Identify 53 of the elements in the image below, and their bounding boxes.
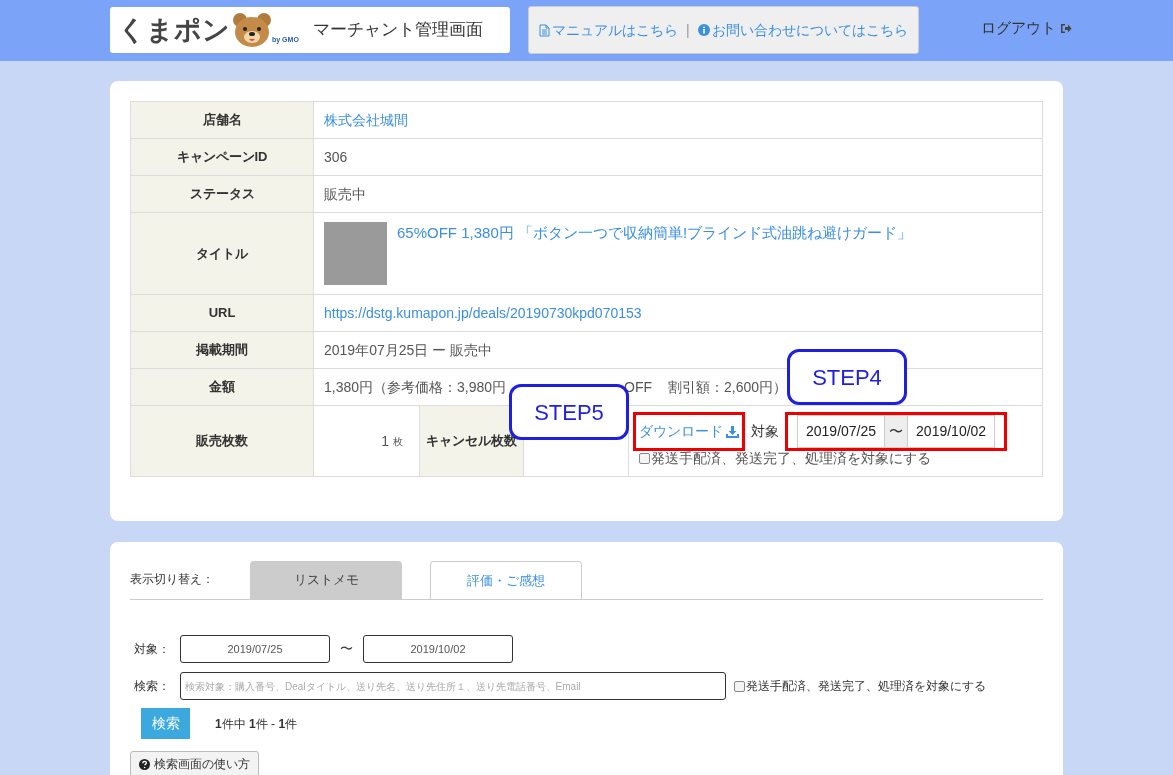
tab[interactable]: 評価・ご感想	[430, 561, 582, 599]
row-label: URL	[208, 304, 236, 323]
date-field[interactable]: 2019/07/25	[797, 415, 886, 448]
help-button[interactable]: 検索画面の使い方	[130, 751, 259, 775]
search-button[interactable]: 検索	[141, 708, 190, 739]
document-icon	[539, 23, 550, 37]
date-field[interactable]: 2019/10/02	[363, 635, 513, 663]
date-field[interactable]: 2019/07/25	[180, 635, 330, 663]
value-text: 販売中	[324, 184, 366, 204]
value-text: 306	[324, 147, 348, 167]
photo-placeholder	[324, 222, 387, 285]
info-icon	[697, 24, 710, 36]
header-link[interactable]: マニュアルはこちら	[539, 19, 678, 41]
sold-count: 1	[381, 431, 389, 451]
row-label: 金額	[209, 378, 235, 397]
help-icon	[139, 758, 150, 770]
tilde-text: 〜	[340, 640, 353, 659]
checkbox-label: 発送手配済、発送完了、処理済を対象にする	[651, 449, 931, 468]
title-link[interactable]: 65%OFF 1,380円 「ボタン一つで収納簡単!ブラインド式油跳ね避けガード」	[397, 222, 913, 245]
discount-amount-text: 割引額：2,600円）	[668, 377, 788, 397]
unit-text: 枚	[393, 434, 403, 449]
date-field[interactable]: 2019/10/02	[907, 415, 996, 448]
field-label: 対象：	[134, 641, 171, 658]
step-callout: STEP4	[787, 349, 907, 405]
tab[interactable]: リストメモ	[250, 561, 402, 599]
value-text: 2019年07月25日 ー 販売中	[324, 340, 493, 360]
link-text[interactable]: 株式会社城間	[324, 109, 408, 131]
target-label: 対象	[751, 422, 779, 441]
row-label: ステータス	[189, 185, 255, 204]
separator: |	[686, 20, 690, 40]
app-title: マーチャント管理画面	[312, 19, 483, 42]
row-label: 店舗名	[202, 111, 242, 130]
result-count: 1件中 1件 - 1件	[215, 715, 298, 733]
row-label: キャンペーンID	[176, 148, 268, 167]
row-label: タイトル	[196, 244, 248, 263]
checkbox[interactable]	[734, 680, 745, 692]
download-icon	[726, 425, 739, 438]
search-field[interactable]: 検索対象：購入番号、Dealタイトル、送り先名、送り先住所１、送り先電話番号、Email	[180, 672, 726, 700]
logo-text: くまポン	[118, 16, 230, 44]
price-text: 1,380円（参考価格：3,980円	[324, 377, 507, 397]
view-switch-label: 表示切り替え：	[130, 571, 215, 588]
bear-logo-icon	[232, 12, 272, 48]
logout-link[interactable]: ログアウト	[980, 17, 1072, 40]
link-text[interactable]: https://dstg.kumapon.jp/deals/20190730kpd070153	[324, 302, 642, 324]
logout-icon	[1059, 22, 1072, 34]
tilde-text: 〜	[885, 415, 908, 448]
checkbox-label: 発送手配済、発送完了、処理済を対象にする	[746, 678, 986, 695]
row-label: 販売枚数	[196, 432, 248, 451]
checkbox[interactable]	[639, 453, 650, 464]
download-link[interactable]: ダウンロード	[639, 421, 739, 442]
header-link[interactable]: お問い合わせについてはこちら	[697, 19, 908, 41]
field-label: 検索：	[134, 678, 171, 695]
row-label: 掲載期間	[196, 341, 248, 360]
